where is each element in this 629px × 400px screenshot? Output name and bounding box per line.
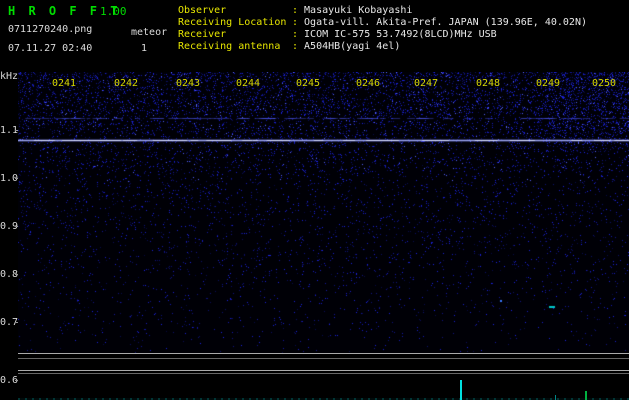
app-version: 1.00 <box>100 5 127 18</box>
freq-label: 0.7 <box>0 317 19 328</box>
freq-tick <box>15 178 18 179</box>
info-value: Ogata-vill. Akita-Pref. JAPAN (139.96E, … <box>304 17 587 28</box>
freq-label: 0.8 <box>0 269 19 280</box>
level-spike <box>555 395 556 400</box>
time-label: 0244 <box>236 78 261 89</box>
info-colon: : <box>292 5 299 16</box>
info-row-location: Receiving Location: Ogata-vill. Akita-Pre… <box>178 17 587 29</box>
time-label: 0241 <box>52 78 77 89</box>
freq-unit-label: kHz <box>0 71 19 82</box>
freq-label: 1.0 <box>0 173 19 184</box>
time-label: 0248 <box>476 78 501 89</box>
info-value: ICOM IC-575 53.7492(8LCD)MHz USB <box>304 29 497 40</box>
time-label: 0247 <box>414 78 439 89</box>
level-grid-line <box>18 353 629 354</box>
freq-label: 0.6 <box>0 375 19 386</box>
freq-label: 1.1 <box>0 125 19 136</box>
station-info: Observer: Masayuki Kobayashi Receiving Lo… <box>178 5 587 53</box>
hrofft-window: H R O F F T 1.00 0711270240.png meteor 0… <box>0 0 629 400</box>
info-label: Receiver <box>178 29 227 40</box>
freq-label: 0.9 <box>0 221 19 232</box>
info-row-receiver: Receiver: ICOM IC-575 53.7492(8LCD)MHz US… <box>178 29 587 41</box>
time-label: 0245 <box>296 78 321 89</box>
info-label: Receiving Location <box>178 17 287 28</box>
mode-label: meteor <box>131 27 168 38</box>
level-spike <box>585 391 587 400</box>
info-row-observer: Observer: Masayuki Kobayashi <box>178 5 587 17</box>
info-value: Masayuki Kobayashi <box>304 5 413 16</box>
freq-tick <box>15 274 18 275</box>
spectrogram-canvas <box>18 72 629 353</box>
freq-tick <box>15 226 18 227</box>
info-row-antenna: Receiving antenna: A504HB(yagi 4el) <box>178 41 587 53</box>
time-label: 0243 <box>176 78 201 89</box>
info-colon: : <box>292 29 299 40</box>
level-spike <box>460 380 462 400</box>
freq-tick <box>15 130 18 131</box>
level-graph-strip <box>18 374 629 400</box>
datetime-label: 07.11.27 02:40 <box>8 43 93 54</box>
time-label: 0246 <box>356 78 381 89</box>
level-grid-line <box>18 370 629 371</box>
info-label: Receiving antenna <box>178 41 281 52</box>
time-label: 0242 <box>114 78 139 89</box>
info-colon: : <box>292 41 299 52</box>
time-label: 0249 <box>536 78 561 89</box>
output-filename: 0711270240.png <box>8 24 93 35</box>
level-grid-line <box>18 358 629 359</box>
meteor-count: 1 <box>141 43 148 54</box>
info-label: Observer <box>178 5 227 16</box>
info-value: A504HB(yagi 4el) <box>304 41 401 52</box>
info-colon: : <box>292 17 299 28</box>
freq-tick <box>15 322 18 323</box>
time-label: 0250 <box>592 78 617 89</box>
